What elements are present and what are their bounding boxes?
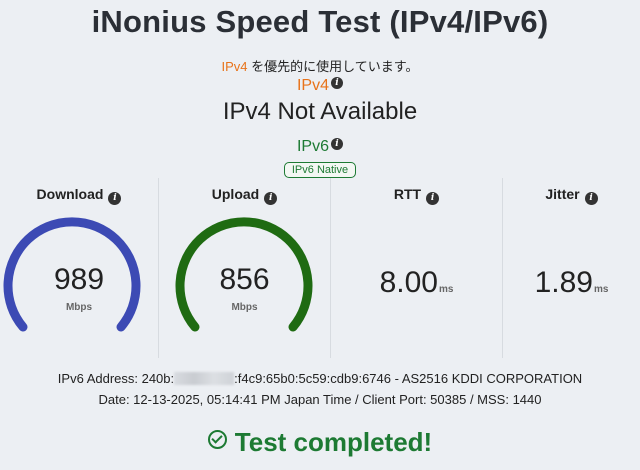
rtt-value: 8.00 bbox=[379, 266, 438, 299]
download-panel: Download i 989 Mbps bbox=[0, 178, 159, 358]
jitter-header: Jitter i bbox=[503, 186, 640, 205]
rtt-readout: 8.00ms bbox=[331, 266, 502, 300]
ipv4-status: IPv4 Not Available bbox=[222, 98, 418, 125]
connection-details: Date: 12-13-2025, 05:14:41 PM Japan Time… bbox=[98, 392, 542, 407]
download-header: Download i bbox=[0, 186, 158, 205]
ipv4-label: IPv4 bbox=[296, 77, 329, 94]
ipv4-section-label: IPv4 i bbox=[0, 77, 640, 95]
ipv6-section-label: IPv6 i bbox=[0, 138, 640, 156]
address-prefix: IPv6 Address: 240b: bbox=[57, 371, 175, 386]
upload-value: 856 bbox=[219, 263, 270, 296]
download-unit: Mbps bbox=[65, 302, 93, 313]
upload-unit: Mbps bbox=[231, 302, 258, 313]
test-status-text: Test completed! bbox=[234, 427, 433, 457]
ipv6-native-badge: IPv6 Native bbox=[283, 162, 357, 178]
address-suffix: :f4c9:65b0:5c59:cdb9:6746 - AS2516 KDDI … bbox=[234, 371, 583, 386]
info-icon[interactable]: i bbox=[331, 138, 343, 150]
info-icon[interactable]: i bbox=[426, 192, 440, 205]
page-title: iNonius Speed Test (IPv4/IPv6) bbox=[91, 4, 549, 39]
preferred-protocol: IPv4 bbox=[221, 59, 248, 74]
ipv6-label: IPv6 bbox=[296, 138, 329, 155]
protocol-preference-note: IPv4 を優先的に使用しています。 bbox=[0, 56, 640, 75]
jitter-readout: 1.89ms bbox=[503, 266, 640, 300]
info-icon[interactable]: i bbox=[584, 192, 598, 205]
rtt-unit: ms bbox=[438, 284, 454, 295]
rtt-header: RTT i bbox=[331, 186, 502, 205]
info-icon[interactable]: i bbox=[264, 192, 278, 205]
jitter-label: Jitter bbox=[545, 186, 580, 202]
jitter-panel: Jitter i 1.89ms bbox=[503, 178, 640, 358]
check-circle-icon bbox=[207, 430, 227, 449]
rtt-label: RTT bbox=[393, 186, 422, 202]
metrics-panels: Download i 989 Mbps Upload i 856 Mbps RTT i… bbox=[0, 178, 640, 358]
rtt-panel: RTT i 8.00ms bbox=[331, 178, 503, 358]
download-value: 989 bbox=[53, 263, 105, 296]
ipv6-address-line: IPv6 Address: 240b: :f4c9:65b0:5c59:cdb9:… bbox=[0, 371, 640, 386]
info-icon[interactable]: i bbox=[108, 192, 122, 205]
upload-label: Upload bbox=[211, 186, 260, 202]
test-status: Test completed! bbox=[0, 427, 640, 458]
upload-header: Upload i bbox=[159, 186, 330, 205]
jitter-unit: ms bbox=[593, 284, 609, 295]
jitter-value: 1.89 bbox=[534, 266, 593, 299]
download-label: Download bbox=[36, 186, 104, 202]
preference-text: を優先的に使用しています。 bbox=[247, 59, 419, 74]
upload-panel: Upload i 856 Mbps bbox=[159, 178, 331, 358]
info-icon[interactable]: i bbox=[331, 77, 343, 89]
redacted-address-segment bbox=[174, 372, 235, 385]
